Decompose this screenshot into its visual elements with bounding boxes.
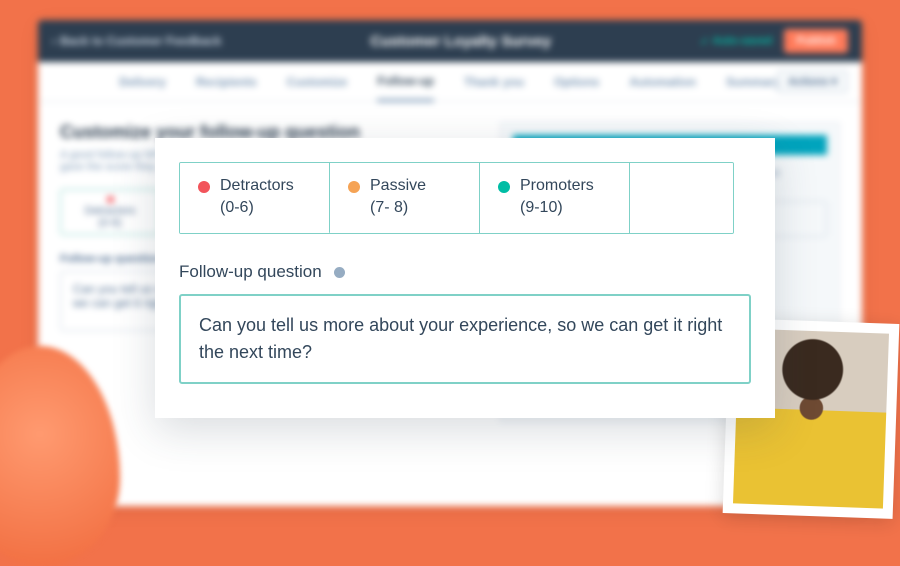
tab-options[interactable]: Options — [554, 75, 599, 89]
autosaved-status: ✓ Auto-saved — [700, 35, 772, 48]
segment-range: (7- 8) — [370, 197, 426, 219]
tab-customize[interactable]: Customize — [287, 75, 348, 89]
check-icon: ✓ — [700, 35, 709, 48]
tab-thank-you[interactable]: Thank you — [464, 75, 524, 89]
followup-editor-card: Detractors (0-6) Passive (7- 8) Promoter… — [155, 138, 775, 418]
teal-dot-icon — [498, 181, 510, 193]
mini-segment-range: (0-6) — [98, 217, 121, 229]
followup-textarea[interactable]: Can you tell us more about your experien… — [179, 294, 751, 384]
red-dot-icon — [198, 181, 210, 193]
segment-label: Detractors — [220, 175, 294, 197]
back-label: Back to Customer Feedback — [60, 34, 221, 48]
autosaved-label: Auto-saved — [712, 35, 772, 47]
app-header: ‹ Back to Customer Feedback Customer Loy… — [38, 20, 862, 62]
publish-button[interactable]: Publish — [784, 29, 848, 53]
segment-tab-group: Detractors (0-6) Passive (7- 8) Promoter… — [179, 162, 734, 234]
chevron-left-icon: ‹ — [52, 34, 56, 48]
mini-segment-tab[interactable]: Detractors (0-6) — [60, 189, 160, 235]
page-title: Customer Loyalty Survey — [233, 33, 688, 50]
mini-segment-label: Detractors — [85, 205, 136, 217]
followup-label-row: Follow-up question — [179, 262, 751, 282]
segment-label: Promoters — [520, 175, 594, 197]
segment-tab-detractors[interactable]: Detractors (0-6) — [180, 163, 330, 234]
segment-tab-promoters[interactable]: Promoters (9-10) — [480, 163, 630, 233]
actions-dropdown[interactable]: Actions ▾ — [777, 70, 848, 93]
segment-tab-spacer — [630, 163, 733, 233]
actions-label: Actions — [788, 76, 828, 88]
back-link[interactable]: ‹ Back to Customer Feedback — [52, 34, 221, 48]
orange-dot-icon — [348, 181, 360, 193]
segment-range: (0-6) — [220, 197, 294, 219]
tab-recipients[interactable]: Recipients — [196, 75, 257, 89]
tab-automation[interactable]: Automation — [629, 75, 696, 89]
tab-summary[interactable]: Summary — [726, 75, 781, 89]
tab-bar: Delivery Recipients Customize Follow-up … — [38, 62, 862, 102]
tab-delivery[interactable]: Delivery — [119, 75, 166, 89]
segment-range: (9-10) — [520, 197, 594, 219]
followup-label: Follow-up question — [179, 262, 322, 282]
red-dot-icon — [107, 196, 114, 203]
segment-label: Passive — [370, 175, 426, 197]
status-dot-icon — [334, 267, 345, 278]
segment-tab-passive[interactable]: Passive (7- 8) — [330, 163, 480, 233]
tab-follow-up[interactable]: Follow-up — [377, 74, 434, 102]
